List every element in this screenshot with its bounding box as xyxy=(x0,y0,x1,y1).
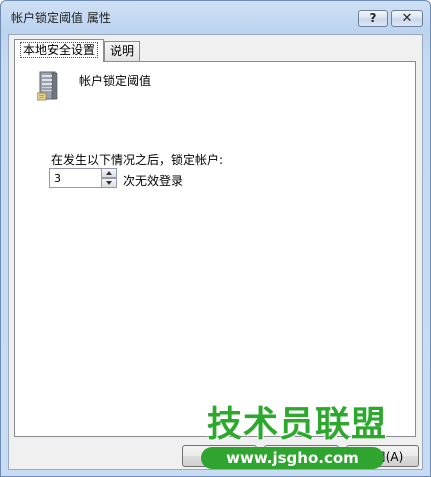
server-icon xyxy=(37,71,58,101)
spin-down-button[interactable] xyxy=(101,178,117,188)
tab-explain[interactable]: 说明 xyxy=(104,41,141,61)
properties-dialog: 帐户锁定阈值 属性 ? ✕ 本地安全设置 说明 帐户锁定阈值 在发生以下情况之后… xyxy=(0,0,431,477)
policy-name: 帐户锁定阈值 xyxy=(79,74,152,88)
help-button[interactable]: ? xyxy=(358,10,388,27)
invalid-logon-suffix: 次无效登录 xyxy=(123,174,184,188)
ok-button[interactable]: 确定 xyxy=(182,445,257,467)
tab-label: 说明 xyxy=(110,44,135,58)
chevron-down-icon xyxy=(106,181,112,185)
chevron-up-icon xyxy=(106,171,112,175)
lockout-attempts-input[interactable] xyxy=(49,168,102,188)
tab-local-security-setting[interactable]: 本地安全设置 xyxy=(14,39,105,62)
dialog-body: 本地安全设置 说明 帐户锁定阈值 在发生以下情况之后，锁定帐户: 3 次无效登录… xyxy=(8,34,423,470)
cancel-button[interactable]: 取消 xyxy=(264,445,339,467)
lockout-attempts-stepper xyxy=(49,168,117,188)
apply-button[interactable]: 应用(A) xyxy=(346,445,419,467)
tab-panel: 帐户锁定阈值 在发生以下情况之后，锁定帐户: 次无效登录 xyxy=(14,61,416,437)
tab-label: 本地安全设置 xyxy=(20,42,99,58)
window-title: 帐户锁定阈值 属性 xyxy=(11,11,111,25)
close-button[interactable]: ✕ xyxy=(391,10,423,27)
spin-up-button[interactable] xyxy=(101,168,117,178)
title-bar[interactable]: 帐户锁定阈值 属性 ? ✕ xyxy=(1,1,430,33)
lockout-threshold-label: 在发生以下情况之后，锁定帐户: xyxy=(51,153,224,167)
